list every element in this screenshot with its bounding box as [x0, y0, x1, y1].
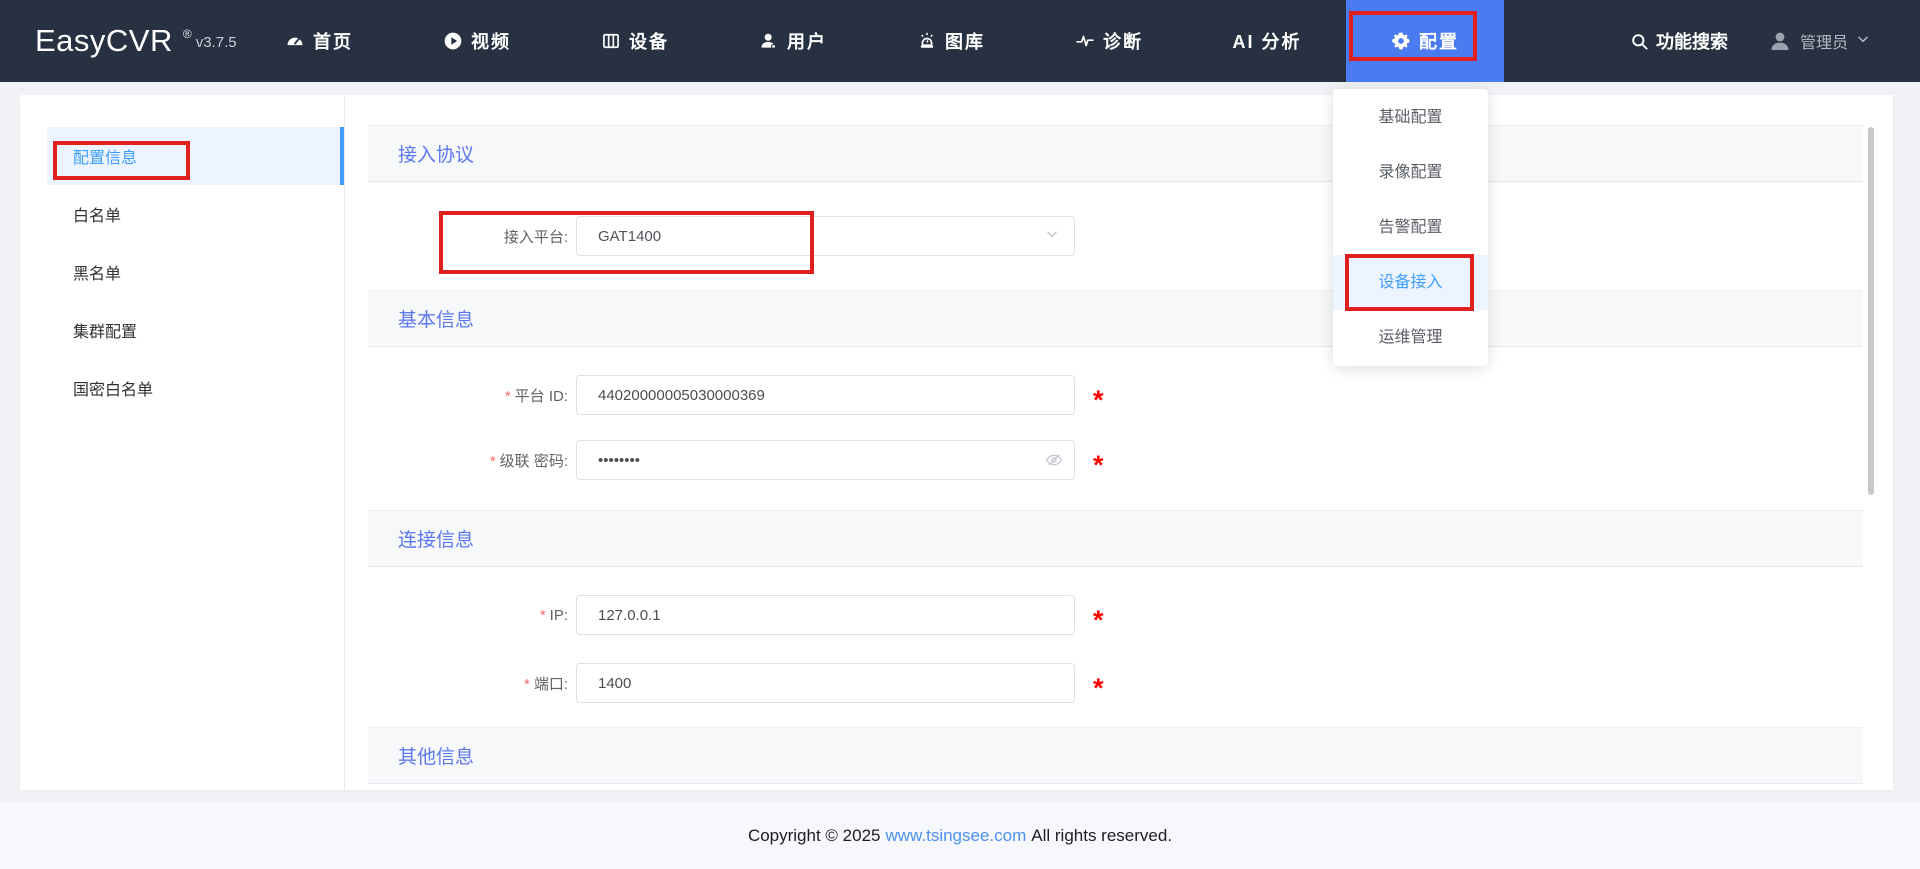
- required-asterisk: *: [490, 453, 496, 470]
- main-nav-menu: 首页 视频 设备 用户 图库: [240, 0, 1504, 82]
- tsingsee-link[interactable]: www.tsingsee.com: [885, 826, 1026, 846]
- user-name: 管理员: [1800, 29, 1848, 53]
- chevron-down-icon: [1856, 32, 1870, 51]
- select-value: GAT1400: [598, 228, 661, 245]
- nav-label: 用户: [787, 28, 827, 54]
- sidebar-item-gm-whitelist[interactable]: 国密白名单: [47, 359, 344, 417]
- sidebar-item-cluster-config[interactable]: 集群配置: [47, 301, 344, 359]
- access-platform-select[interactable]: GAT1400: [576, 216, 1075, 256]
- page-footer: Copyright © 2025 www.tsingsee.com All ri…: [0, 802, 1920, 869]
- section-title: 接入协议: [398, 140, 474, 167]
- function-search-button[interactable]: 功能搜索: [1630, 0, 1728, 82]
- dropdown-item-recording-config[interactable]: 录像配置: [1333, 145, 1488, 200]
- required-asterisk: *: [1093, 668, 1104, 708]
- logo-area: EasyCVR ® v3.7.5: [35, 0, 237, 82]
- registered-mark: ®: [183, 27, 192, 41]
- ip-field: [576, 595, 1075, 635]
- dropdown-item-basic-config[interactable]: 基础配置: [1333, 90, 1488, 145]
- gear-icon: [1391, 31, 1411, 51]
- nav-label: 诊断: [1103, 28, 1143, 54]
- section-title: 其他信息: [398, 742, 474, 769]
- copyright-text: Copyright © 2025: [748, 826, 881, 846]
- nav-label: 设备: [629, 28, 669, 54]
- config-form-panel: 接入协议 接入平台: GAT1400 基本信息 *平台 ID:: [345, 95, 1893, 790]
- search-icon: [1630, 32, 1649, 51]
- dropdown-item-ops-management[interactable]: 运维管理: [1333, 310, 1488, 365]
- platform-id-input[interactable]: [576, 375, 1075, 415]
- section-header-connection-info: 连接信息: [368, 510, 1863, 567]
- access-platform-row: 接入平台: GAT1400: [368, 216, 1863, 256]
- required-asterisk: *: [540, 607, 546, 624]
- content-scrollbar[interactable]: [1868, 127, 1874, 495]
- port-field: [576, 663, 1075, 703]
- nav-label: 首页: [313, 28, 353, 54]
- chevron-down-icon: [1045, 227, 1059, 245]
- device-icon: [601, 31, 621, 51]
- sidebar-item-whitelist[interactable]: 白名单: [47, 185, 344, 243]
- cascade-password-input[interactable]: [576, 440, 1075, 480]
- avatar-icon: [1768, 29, 1792, 53]
- required-asterisk: *: [1093, 600, 1104, 640]
- section-header-access-protocol: 接入协议: [368, 125, 1863, 182]
- sidebar-item-blacklist[interactable]: 黑名单: [47, 243, 344, 301]
- user-menu[interactable]: 管理员: [1768, 0, 1870, 82]
- search-label: 功能搜索: [1656, 28, 1728, 54]
- platform-id-field: [576, 375, 1075, 415]
- video-play-icon: [443, 31, 463, 51]
- cascade-password-label: *级联 密码:: [368, 450, 568, 471]
- top-navbar: EasyCVR ® v3.7.5 首页 视频 设备 用户: [0, 0, 1920, 82]
- section-header-other-info: 其他信息: [368, 727, 1863, 784]
- required-asterisk: *: [1093, 380, 1104, 420]
- nav-label: AI 分析: [1232, 28, 1301, 54]
- config-dropdown-menu: 基础配置 录像配置 告警配置 设备接入 运维管理: [1333, 89, 1488, 366]
- port-row: *端口: *: [368, 663, 1863, 703]
- platform-id-label: *平台 ID:: [368, 385, 568, 406]
- gallery-beacon-icon: [917, 31, 937, 51]
- nav-label: 视频: [471, 28, 511, 54]
- nav-item-gallery[interactable]: 图库: [872, 0, 1030, 82]
- nav-item-config[interactable]: 配置: [1346, 0, 1504, 82]
- dashboard-icon: [285, 31, 305, 51]
- sidebar-item-config-info[interactable]: 配置信息: [47, 127, 344, 185]
- required-asterisk: *: [524, 676, 530, 693]
- nav-item-diagnosis[interactable]: 诊断: [1030, 0, 1188, 82]
- section-title: 基本信息: [398, 305, 474, 332]
- user-icon: [759, 31, 779, 51]
- app-version: v3.7.5: [196, 34, 237, 51]
- ip-input[interactable]: [576, 595, 1075, 635]
- platform-id-row: *平台 ID: *: [368, 375, 1863, 415]
- nav-item-ai-analysis[interactable]: AI 分析: [1188, 0, 1346, 82]
- nav-item-home[interactable]: 首页: [240, 0, 398, 82]
- required-asterisk: *: [505, 388, 511, 405]
- dropdown-item-device-access[interactable]: 设备接入: [1333, 255, 1488, 310]
- section-title: 连接信息: [398, 525, 474, 552]
- settings-sidebar: 配置信息 白名单 黑名单 集群配置 国密白名单: [20, 95, 345, 790]
- nav-label: 图库: [945, 28, 985, 54]
- eye-off-icon[interactable]: [1045, 451, 1063, 469]
- nav-item-video[interactable]: 视频: [398, 0, 556, 82]
- nav-item-user[interactable]: 用户: [714, 0, 872, 82]
- port-input[interactable]: [576, 663, 1075, 703]
- required-asterisk: *: [1093, 445, 1104, 485]
- ip-row: *IP: *: [368, 595, 1863, 635]
- cascade-password-field: [576, 440, 1075, 480]
- nav-item-device[interactable]: 设备: [556, 0, 714, 82]
- copyright-text: All rights reserved.: [1031, 826, 1172, 846]
- ip-label: *IP:: [368, 607, 568, 624]
- section-header-basic-info: 基本信息: [368, 290, 1863, 347]
- access-platform-label: 接入平台:: [368, 226, 568, 247]
- cascade-password-row: *级联 密码: *: [368, 440, 1863, 480]
- diagnosis-pulse-icon: [1075, 31, 1095, 51]
- main-content-card: 配置信息 白名单 黑名单 集群配置 国密白名单 接入协议 接入平台: GAT14…: [20, 95, 1893, 790]
- app-logo: EasyCVR: [35, 23, 173, 59]
- port-label: *端口:: [368, 673, 568, 694]
- dropdown-item-alarm-config[interactable]: 告警配置: [1333, 200, 1488, 255]
- access-platform-field: GAT1400: [576, 216, 1075, 256]
- nav-label: 配置: [1419, 28, 1459, 54]
